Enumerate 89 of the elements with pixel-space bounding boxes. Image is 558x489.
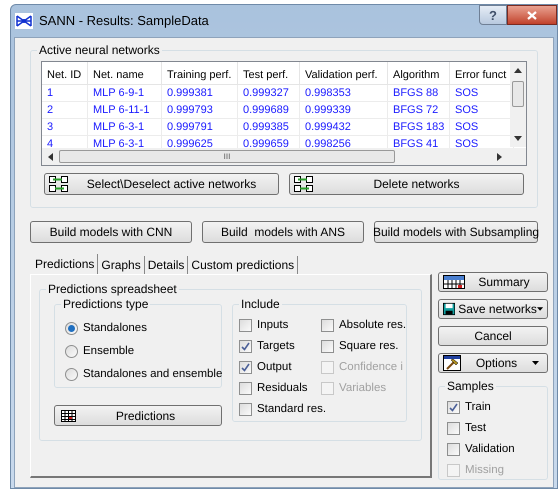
group-title: Samples [445, 378, 496, 394]
build-models-button[interactable]: Build models with ANS [202, 221, 364, 243]
table-cell: BFGS 183 [388, 119, 450, 135]
side-button[interactable]: Summary [438, 272, 548, 292]
table-cell: 1 [42, 85, 88, 101]
table-cell: BFGS 72 [388, 102, 450, 118]
hammer-icon [443, 355, 461, 371]
radio-label: Standalones [83, 320, 147, 336]
spreadsheet-icon [443, 275, 465, 289]
group-title: Predictions type [61, 296, 150, 312]
side-button[interactable]: Options [438, 353, 548, 373]
network-grid-icon [294, 176, 314, 192]
build-models-button[interactable]: Build models with CNN [30, 221, 192, 243]
scroll-left-icon [48, 152, 53, 160]
column-header[interactable]: Net. name [88, 62, 162, 84]
scroll-right-icon [497, 152, 502, 160]
window-title: SANN - Results: SampleData [39, 12, 209, 30]
column-header[interactable]: Algorithm [388, 62, 450, 84]
checkbox-label: Square res. [339, 338, 398, 354]
checkbox[interactable] [239, 319, 252, 332]
checkbox[interactable] [447, 443, 460, 456]
side-button[interactable]: Save networks [438, 299, 548, 319]
scroll-thumb[interactable] [512, 81, 524, 107]
check-icon [241, 363, 250, 372]
horizontal-scrollbar[interactable]: III [42, 148, 526, 165]
scroll-down-icon [514, 136, 522, 141]
close-icon [527, 10, 537, 20]
checkbox[interactable] [239, 340, 252, 353]
checkbox-label: Targets [257, 338, 295, 354]
checkbox-label: Train [465, 400, 491, 415]
checkbox-label: Confidence i [339, 360, 403, 375]
radio-button[interactable] [65, 368, 78, 381]
network-logo-icon [15, 13, 33, 29]
scroll-thumb[interactable]: III [59, 150, 395, 163]
check-icon [241, 342, 250, 351]
dropdown-caret-icon [532, 361, 539, 365]
radio-button[interactable] [65, 345, 78, 358]
checkbox[interactable] [239, 382, 252, 395]
checkbox-label: Test [465, 420, 486, 436]
table-cell: 0.999791 [162, 119, 238, 135]
close-button[interactable] [507, 5, 557, 25]
column-header[interactable]: Training perf. [162, 62, 238, 84]
checkbox[interactable] [447, 422, 460, 435]
checkbox-label: Variables [339, 380, 386, 396]
side-button[interactable]: Cancel [438, 326, 548, 346]
check-icon [449, 403, 458, 412]
checkbox-label: Residuals [257, 380, 308, 396]
table-cell: MLP 6-11-1 [88, 102, 162, 118]
checkbox-label: Output [257, 360, 292, 375]
column-header[interactable]: Validation perf. [300, 62, 388, 84]
table-cell: 0.999327 [238, 85, 300, 101]
table-cell: BFGS 88 [388, 85, 450, 101]
vertical-scrollbar[interactable] [510, 62, 526, 147]
table-cell: 0.998353 [300, 85, 388, 101]
radio-button[interactable] [65, 322, 78, 335]
column-header[interactable]: Test perf. [238, 62, 300, 84]
checkbox-label: Missing [465, 462, 504, 478]
checkbox-label: Absolute res. [339, 318, 406, 333]
checkbox[interactable] [447, 401, 460, 414]
table-cell: 0.999432 [300, 119, 388, 135]
table-cell: 3 [42, 119, 88, 135]
network-action-button[interactable]: Delete networks [289, 173, 524, 195]
checkbox[interactable] [321, 340, 334, 353]
table-cell: 0.999385 [238, 119, 300, 135]
help-button[interactable]: ? [479, 5, 507, 25]
table-cell: MLP 6-9-1 [88, 85, 162, 101]
table-cell: 0.999689 [238, 102, 300, 118]
checkbox-label: Inputs [257, 318, 288, 333]
table-cell: 0.999339 [300, 102, 388, 118]
network-grid-icon [49, 176, 69, 192]
checkbox-label: Standard res. [257, 402, 326, 417]
build-models-button[interactable]: Build models with Subsampling [374, 221, 538, 243]
column-header[interactable]: Net. ID [42, 62, 88, 84]
checkbox[interactable] [321, 319, 334, 332]
checkbox-label: Validation [465, 442, 515, 457]
predictions-button[interactable]: Predictions [54, 405, 222, 426]
group-title: Predictions spreadsheet [46, 281, 179, 297]
radio-label: Standalones and ensemble [83, 366, 222, 382]
checkbox[interactable] [239, 403, 252, 416]
network-action-button[interactable]: Select\Deselect active networks [44, 173, 279, 195]
spreadsheet-icon [61, 410, 76, 422]
radio-label: Ensemble [83, 344, 134, 359]
checkbox[interactable] [239, 361, 252, 374]
scroll-up-icon [514, 68, 522, 73]
table-cell: 2 [42, 102, 88, 118]
table-cell: 0.999793 [162, 102, 238, 118]
table-cell: 0.999381 [162, 85, 238, 101]
dropdown-caret-icon [536, 307, 543, 311]
table-cell: MLP 6-3-1 [88, 119, 162, 135]
